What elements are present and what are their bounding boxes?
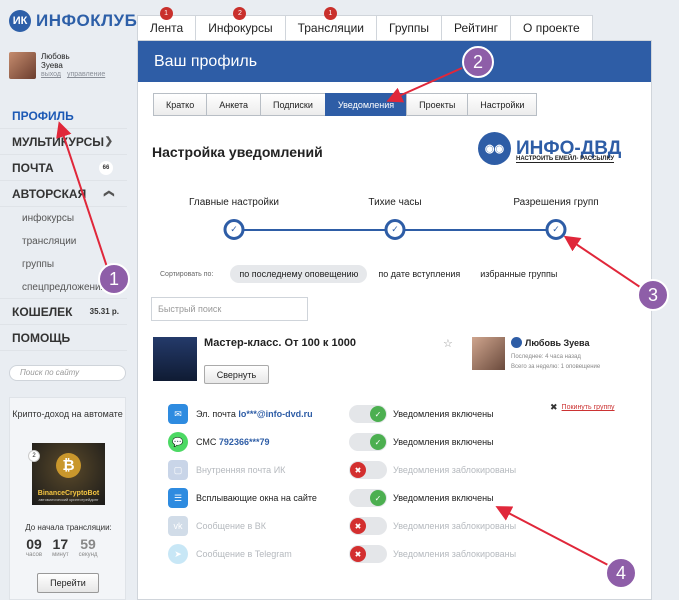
arrow-4 — [495, 506, 609, 566]
arrow-2 — [386, 67, 463, 103]
callout-1: 1 — [98, 263, 130, 295]
callout-4: 4 — [605, 557, 637, 589]
callout-3: 3 — [637, 279, 669, 311]
arrow-1 — [56, 121, 109, 271]
arrow-3 — [563, 235, 641, 288]
callout-2: 2 — [462, 46, 494, 78]
annotation-arrows — [56, 67, 641, 566]
